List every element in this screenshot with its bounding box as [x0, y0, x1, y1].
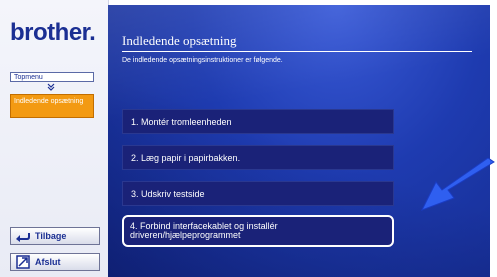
brother-logo: brother.: [10, 19, 96, 46]
page-title: Indledende opsætning: [122, 33, 472, 52]
page-subtitle: De indledende opsætningsinstruktioner er…: [122, 57, 283, 64]
exit-button[interactable]: Afslut: [10, 253, 100, 271]
step-button-4[interactable]: 4. Forbind interfacekablet og installér …: [122, 215, 394, 247]
step-button-2[interactable]: 2. Læg papir i papirbakken.: [122, 145, 394, 170]
back-button[interactable]: Tilbage: [10, 227, 100, 245]
pointer-arrow-icon: [418, 157, 497, 216]
main-panel: Indledende opsætning De indledende opsæt…: [108, 5, 490, 277]
back-button-label: Tilbage: [35, 231, 67, 241]
nav-item-topmenu[interactable]: Topmenu: [10, 72, 94, 82]
exit-icon: [15, 255, 31, 269]
exit-button-label: Afslut: [35, 257, 61, 267]
sidebar: brother. Topmenu Indledende opsætning Ti…: [0, 0, 109, 277]
step-button-1[interactable]: 1. Montér tromleenheden: [122, 109, 394, 134]
back-arrow-icon: [15, 230, 31, 242]
nav-item-current[interactable]: Indledende opsætning: [10, 94, 94, 118]
step-button-3[interactable]: 3. Udskriv testside: [122, 181, 394, 206]
down-arrow-icon: [46, 83, 56, 93]
